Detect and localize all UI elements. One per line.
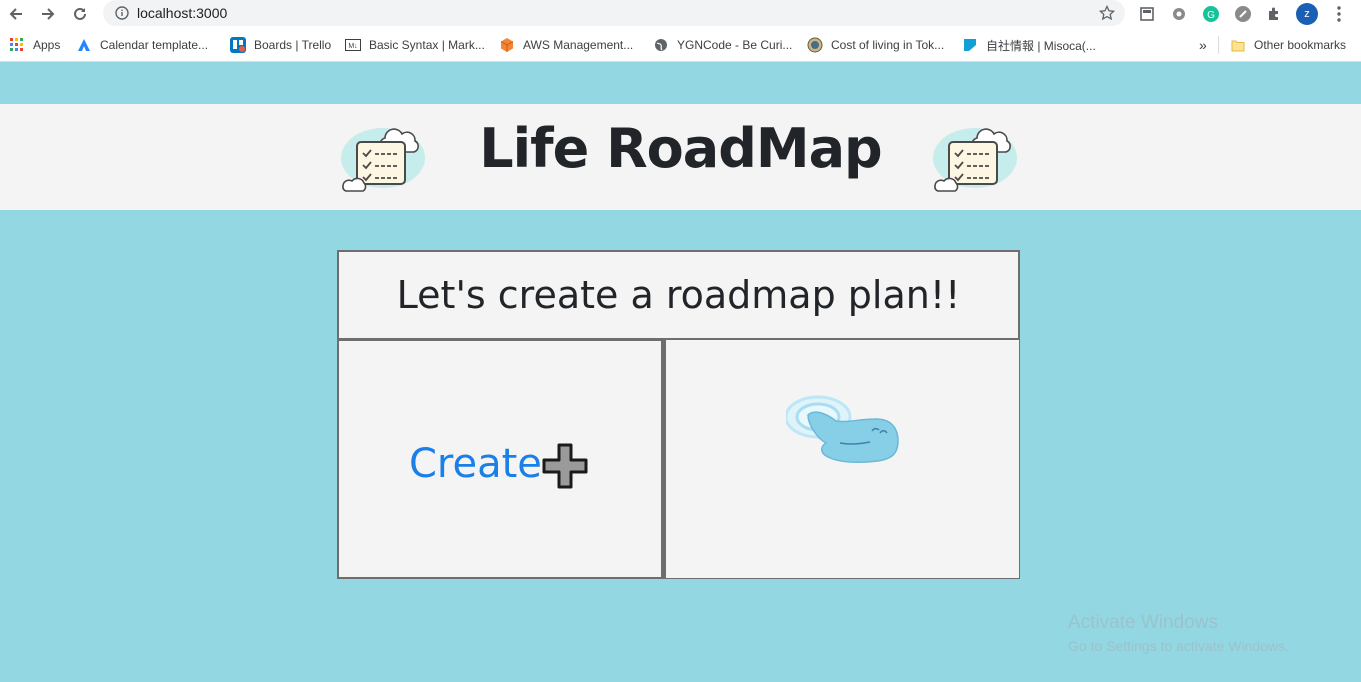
- back-arrow-icon: [9, 8, 22, 20]
- bookmarks-divider: [1218, 36, 1219, 54]
- bookmark-star-icon[interactable]: [1099, 5, 1115, 21]
- apps-grid-icon: [9, 37, 25, 53]
- svg-text:G: G: [1207, 10, 1215, 21]
- bookmark-label: 自社情報 | Misoca(...: [986, 38, 1096, 53]
- bookmark-misoca[interactable]: 自社情報 | Misoca(...: [962, 37, 1096, 53]
- browser-menu-icon[interactable]: [1330, 4, 1348, 24]
- bookmark-label: Basic Syntax | Mark...: [369, 38, 485, 52]
- bookmark-apps[interactable]: Apps: [9, 37, 60, 53]
- tap-panel[interactable]: [665, 339, 1020, 579]
- extension-gear-icon[interactable]: [1169, 4, 1189, 24]
- svg-text:M↓: M↓: [348, 43, 357, 50]
- bookmark-other[interactable]: Other bookmarks: [1230, 37, 1346, 53]
- extensions-puzzle-icon[interactable]: [1264, 4, 1284, 24]
- bookmark-trello[interactable]: Boards | Trello: [230, 37, 331, 53]
- address-bar[interactable]: localhost:3000: [103, 0, 1125, 26]
- browser-toolbar: localhost:3000 G z: [0, 0, 1361, 28]
- create-panel[interactable]: Create: [337, 339, 665, 579]
- bookmark-ygncode[interactable]: YGNCode - Be Curi...: [653, 37, 792, 53]
- plus-icon[interactable]: [541, 442, 589, 490]
- atlassian-icon: [76, 37, 92, 53]
- site-seal-icon: [807, 37, 823, 53]
- bookmark-label: YGNCode - Be Curi...: [677, 38, 793, 52]
- activate-windows-title: Activate Windows: [1068, 612, 1218, 633]
- bookmarks-overflow-button[interactable]: »: [1199, 37, 1207, 53]
- globe-icon: [653, 37, 669, 53]
- bookmarks-bar: Apps Calendar template... Boards | Trell…: [0, 28, 1361, 62]
- forward-arrow-icon: [42, 8, 55, 20]
- bookmark-label: Cost of living in Tok...: [831, 38, 945, 52]
- reload-button[interactable]: [64, 0, 96, 28]
- extension-link-icon[interactable]: [1233, 4, 1253, 24]
- profile-avatar[interactable]: z: [1296, 3, 1318, 25]
- extension-calculator-icon[interactable]: [1137, 4, 1157, 24]
- misoca-icon: [962, 37, 978, 53]
- page-title: Life RoadMap: [479, 117, 882, 180]
- bookmark-label: Calendar template...: [100, 38, 209, 52]
- trello-icon: [230, 37, 246, 53]
- reload-icon: [74, 7, 86, 20]
- grammarly-icon[interactable]: G: [1201, 4, 1221, 24]
- markdown-icon: M↓: [345, 37, 361, 53]
- bookmark-calendar-template[interactable]: Calendar template...: [76, 37, 208, 53]
- prompt-panel: Let's create a roadmap plan!!: [337, 250, 1020, 340]
- tapping-hand-icon[interactable]: [786, 395, 906, 480]
- url-text[interactable]: localhost:3000: [137, 5, 227, 21]
- bookmark-label: AWS Management...: [523, 38, 634, 52]
- folder-icon: [1230, 37, 1246, 53]
- checklist-clouds-icon: [933, 128, 1017, 192]
- activate-windows-subtitle: Go to Settings to activate Windows.: [1068, 638, 1289, 654]
- bookmark-label: Apps: [33, 38, 61, 52]
- aws-cube-icon: [499, 37, 515, 53]
- info-icon[interactable]: [115, 6, 129, 20]
- bookmark-label: Boards | Trello: [254, 38, 332, 52]
- bookmark-aws[interactable]: AWS Management...: [499, 37, 633, 53]
- back-button[interactable]: [0, 0, 32, 28]
- create-link[interactable]: Create: [409, 441, 542, 487]
- bookmark-markdown[interactable]: M↓ Basic Syntax | Mark...: [345, 37, 485, 53]
- forward-button[interactable]: [32, 0, 64, 28]
- bookmark-cost-of-living[interactable]: Cost of living in Tok...: [807, 37, 944, 53]
- bookmark-label: Other bookmarks: [1254, 38, 1347, 52]
- prompt-text: Let's create a roadmap plan!!: [396, 273, 961, 317]
